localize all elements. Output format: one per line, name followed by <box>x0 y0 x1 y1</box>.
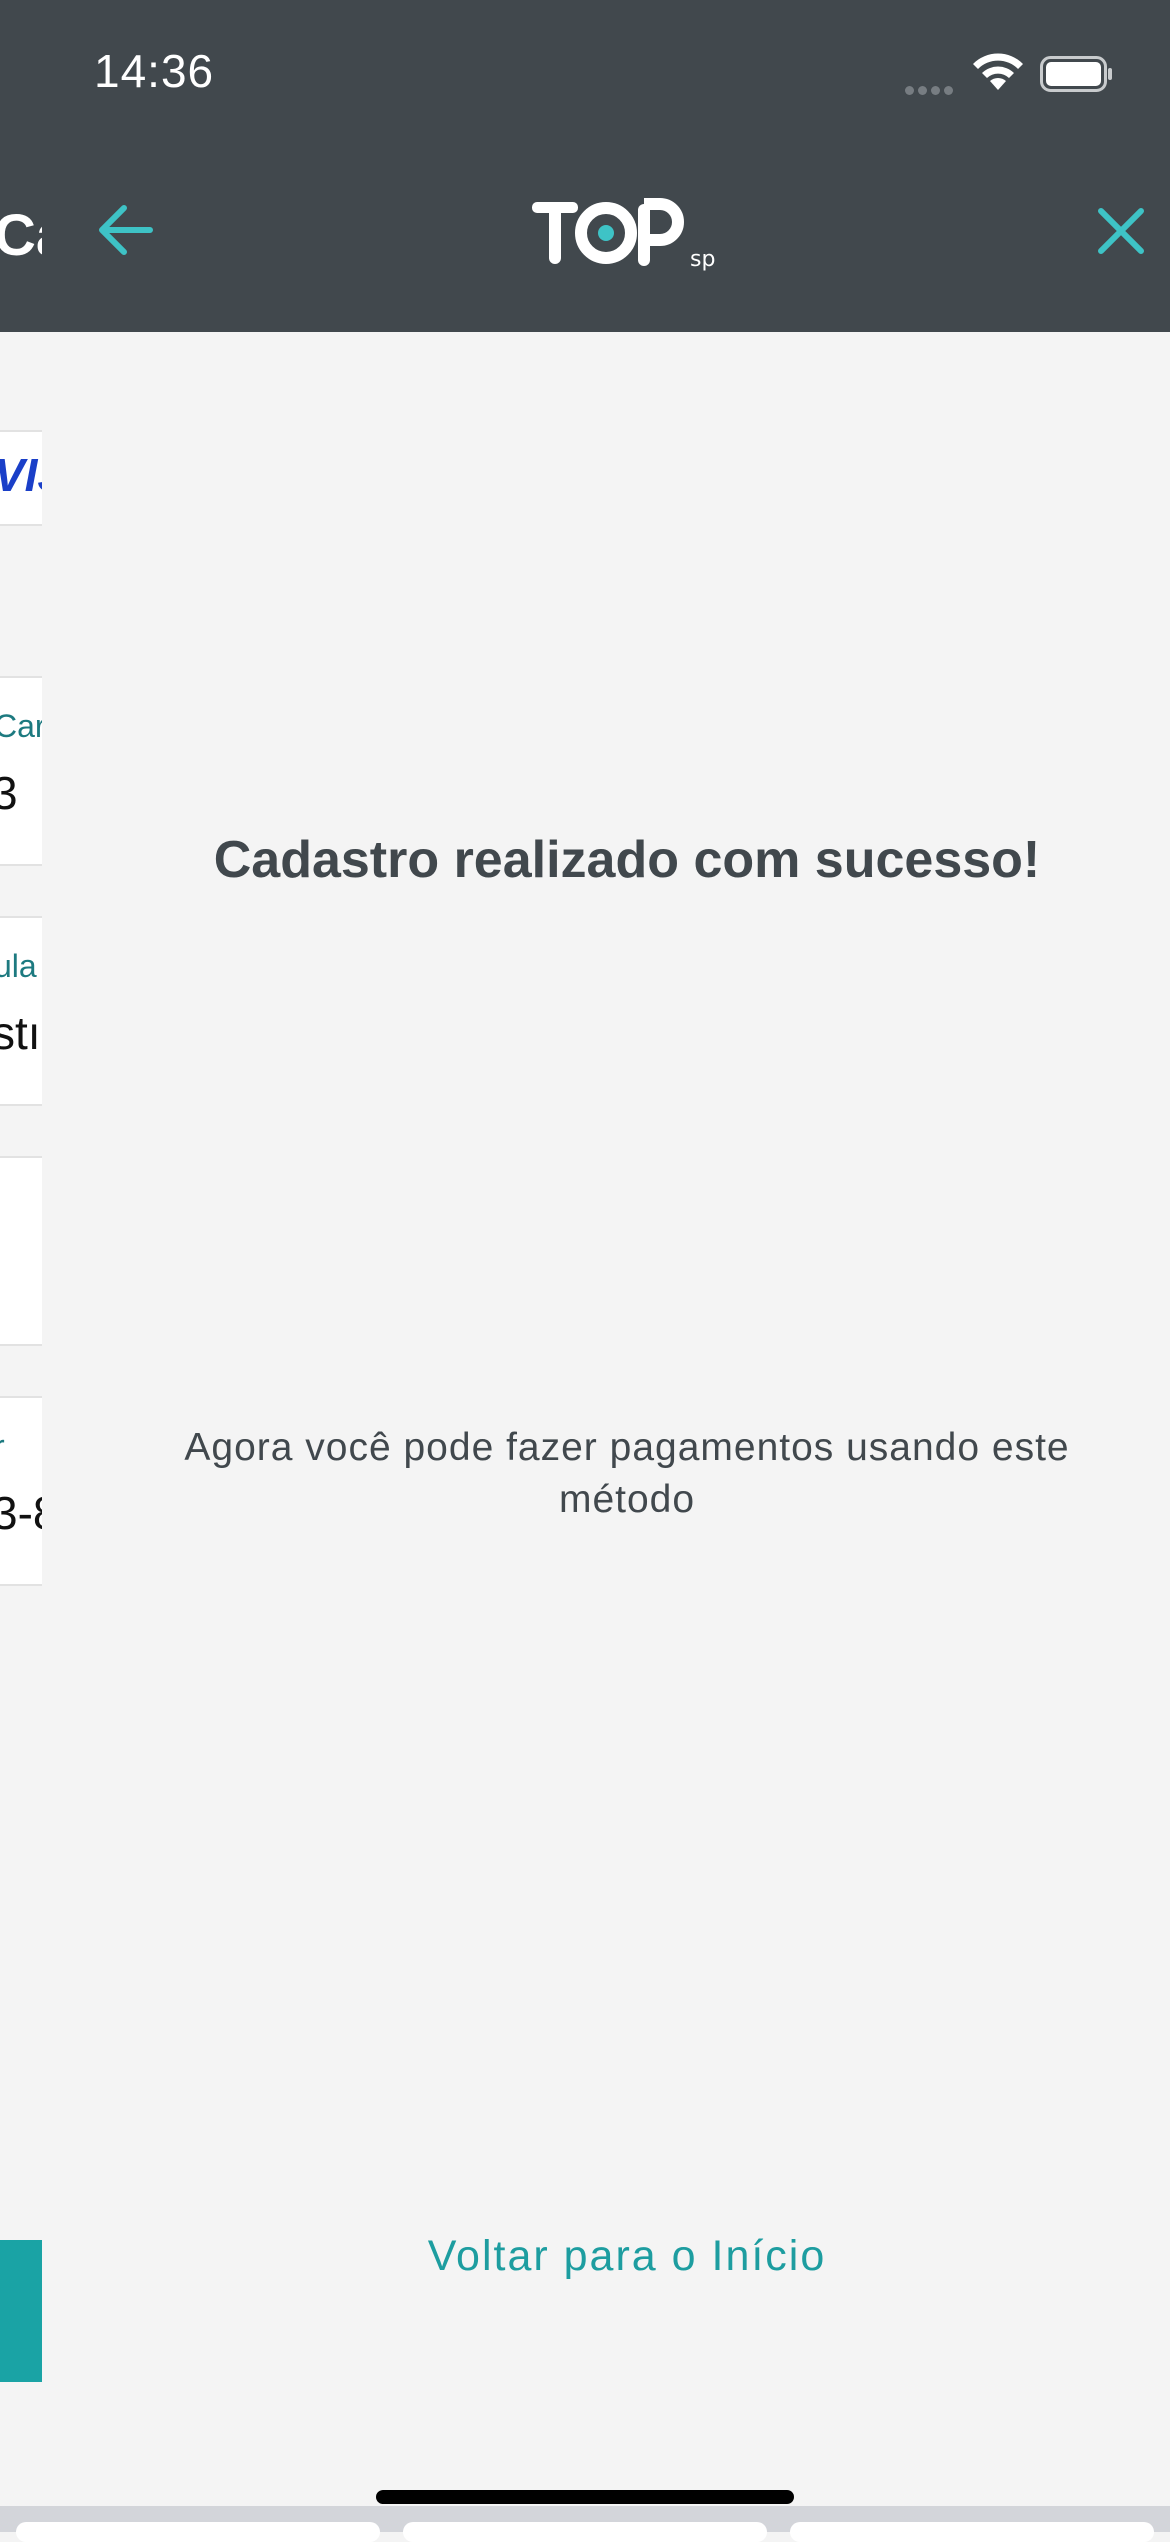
close-icon[interactable] <box>1098 208 1144 254</box>
back-to-home-link[interactable]: Voltar para o Início <box>0 2232 1170 2281</box>
top-sp-logo: sp <box>532 198 715 272</box>
battery-icon <box>1040 56 1112 92</box>
cellular-signal-icon <box>905 80 957 99</box>
keyboard-suggestion-strip <box>0 2506 1170 2542</box>
empty-field <box>0 1156 42 1346</box>
previous-screen-title: Ca <box>0 203 42 268</box>
app-header: 14:36 Ca sp <box>0 0 1170 332</box>
success-message: Agora você pode fazer pagamentos usando … <box>184 1426 1070 1521</box>
home-indicator[interactable] <box>376 2490 794 2504</box>
success-title: Cadastro realizado com sucesso! <box>213 831 1041 889</box>
back-arrow-icon[interactable] <box>96 204 156 256</box>
card-brand-row: VIS <box>0 430 42 526</box>
expiry-field: r 3-8 <box>0 1396 42 1586</box>
cardholder-field: ula stı <box>0 916 42 1106</box>
wifi-icon <box>973 53 1023 90</box>
status-time: 14:36 <box>94 45 215 97</box>
svg-text:sp: sp <box>690 247 715 272</box>
previous-screen-peek: VIS Car 3 ula stı r 3-8 <box>0 332 42 2532</box>
visa-brand-logo: VIS <box>0 449 42 501</box>
